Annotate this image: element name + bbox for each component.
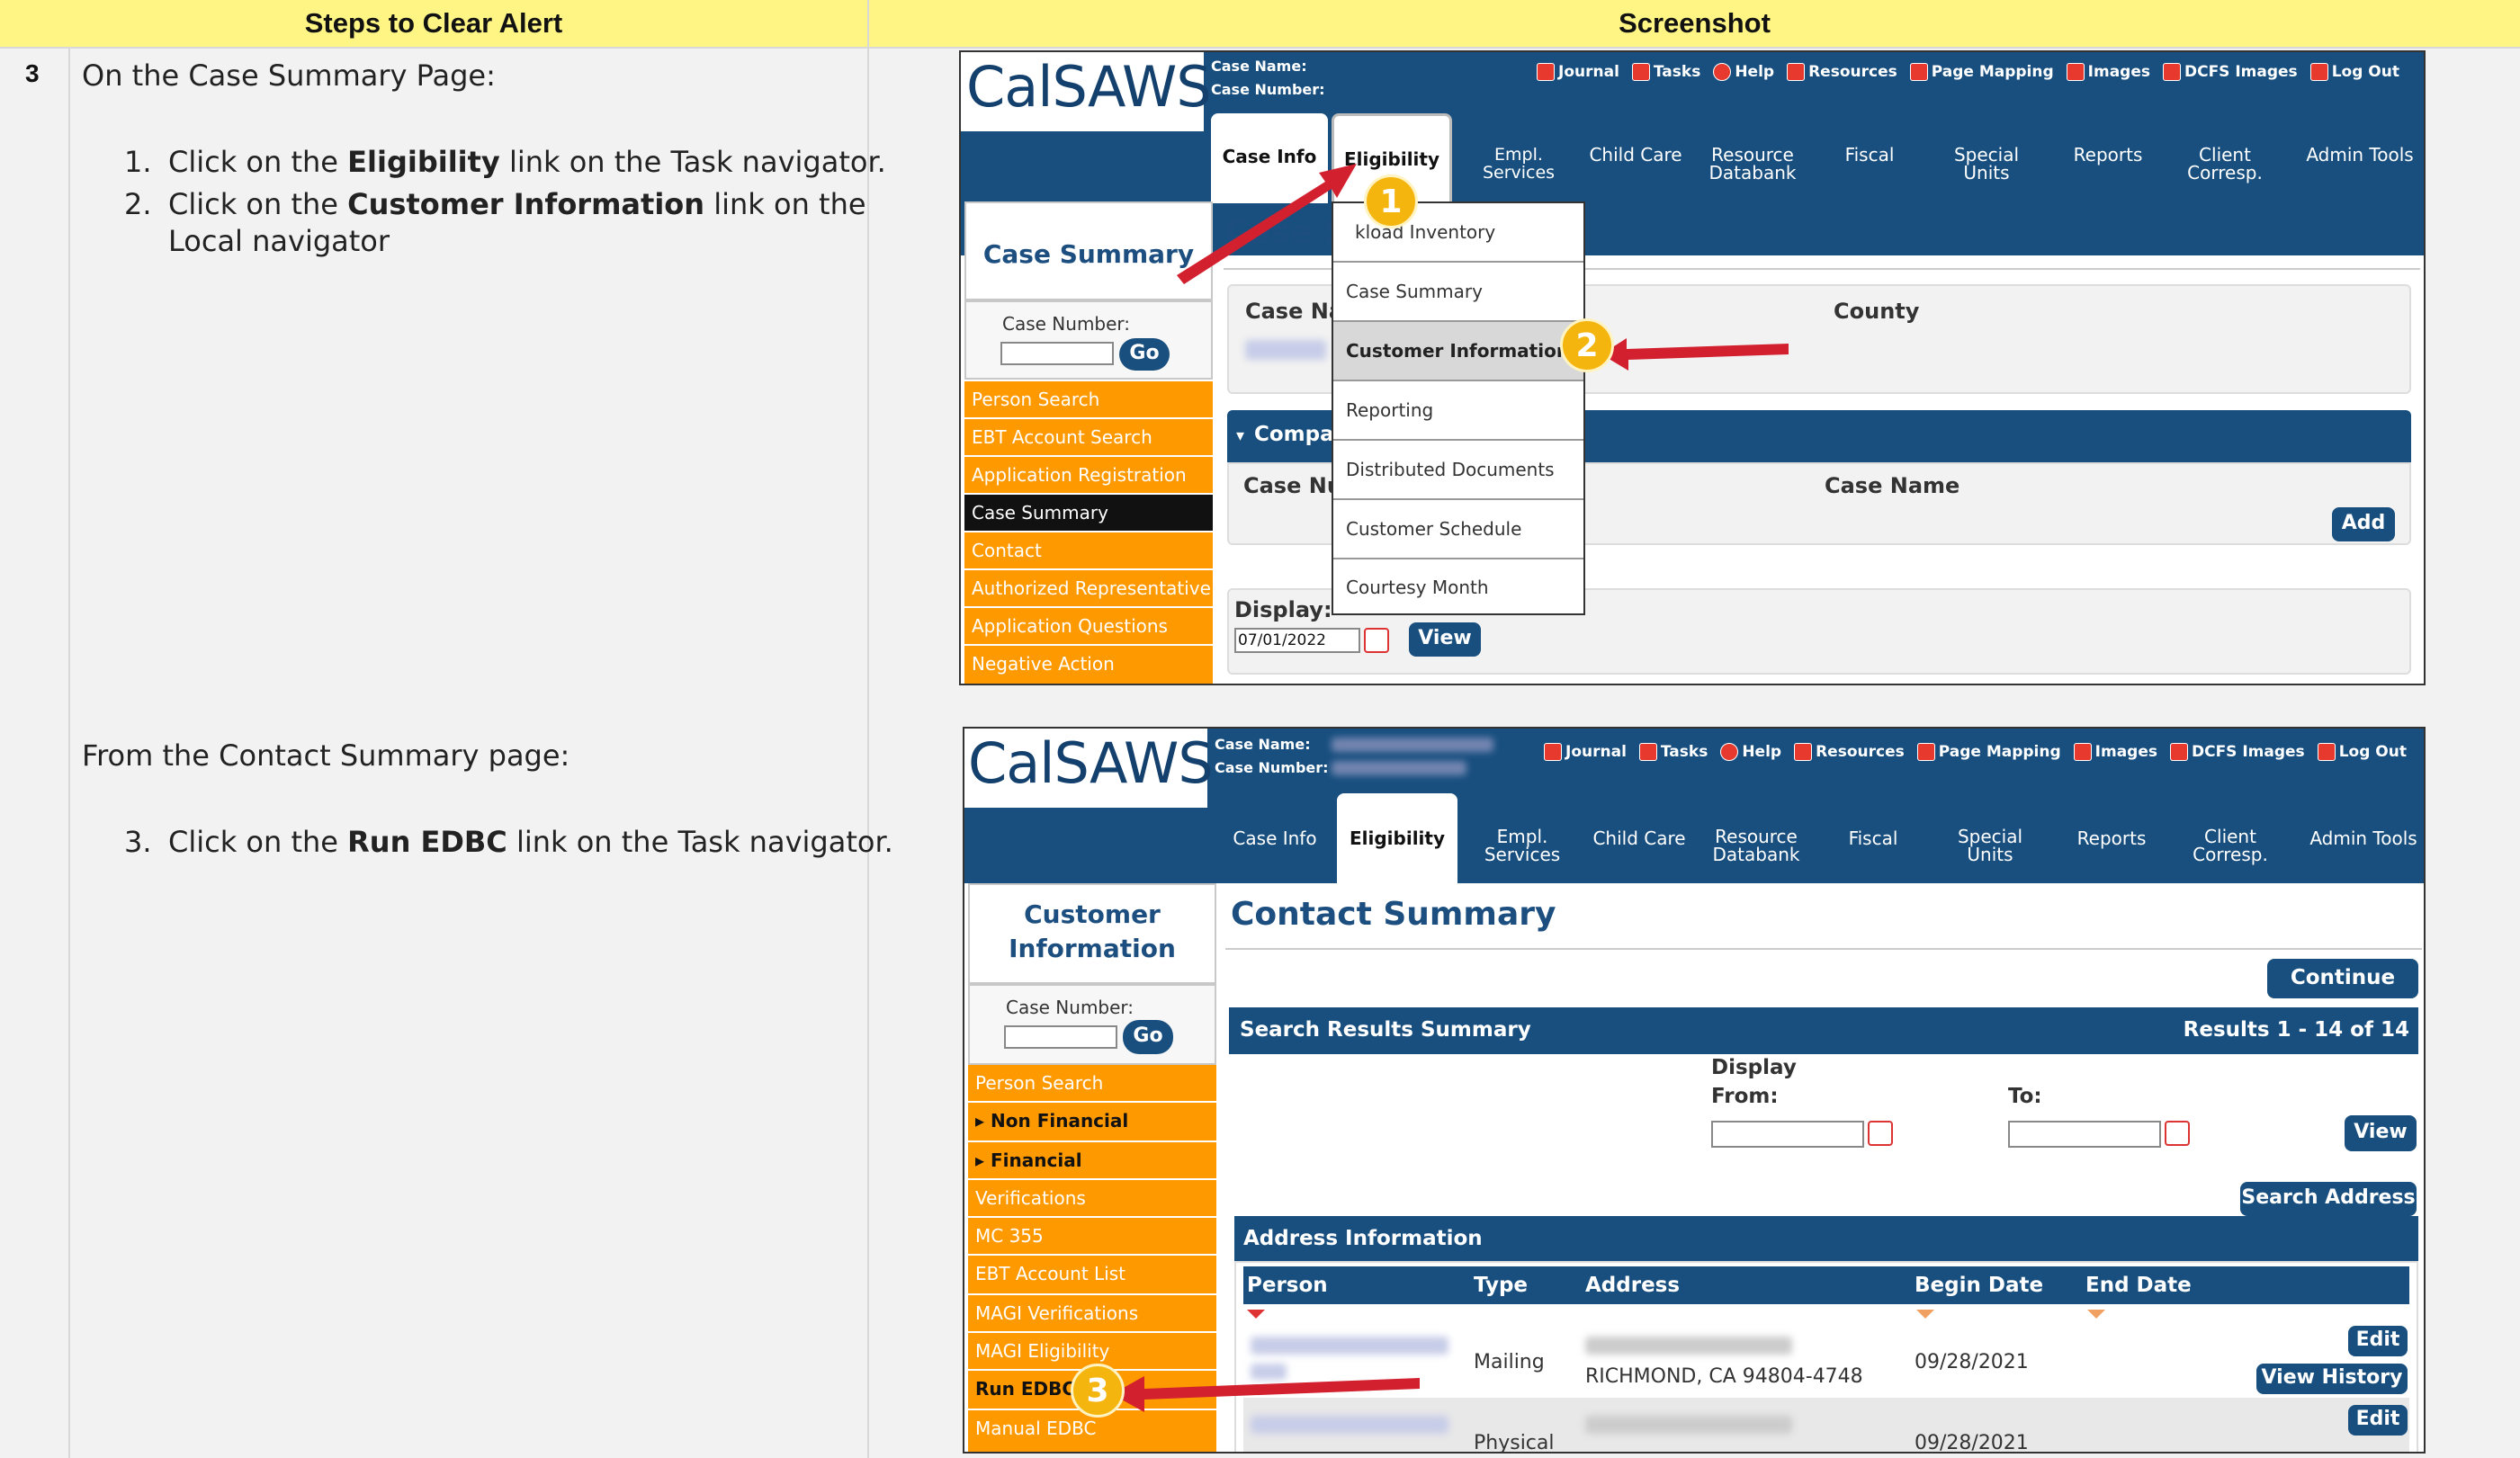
item2-number: 2. — [124, 187, 152, 221]
step-number-cell — [0, 49, 70, 1458]
item1-post: link on the Task navigator. — [499, 145, 886, 179]
arrow-annotations-1 — [1177, 164, 1789, 371]
callout-badge-1: 1 — [1364, 174, 1418, 228]
arrow-annotations-2 — [1112, 1376, 1420, 1412]
item3-pre: Click on the — [168, 825, 348, 859]
item3-number: 3. — [124, 825, 152, 859]
header-steps: Steps to Clear Alert — [0, 0, 869, 49]
screenshot-case-summary: CalSAWS Case Name: Case Number: Journal … — [959, 50, 2426, 685]
screenshot-contact-summary: CalSAWS Case Name: Case Number: Journal … — [963, 727, 2426, 1454]
header-screenshot: Screenshot — [869, 0, 2520, 49]
item1-pre: Click on the — [168, 145, 348, 179]
item1-bold: Eligibility — [347, 145, 500, 179]
callout-badge-3: 3 — [1071, 1364, 1125, 1418]
item2-post: link on the — [704, 187, 866, 221]
item3-post: link on the Task navigator. — [507, 825, 893, 859]
callout-badge-2: 2 — [1560, 318, 1614, 372]
list-item-2: 2. — [124, 184, 152, 224]
arrow-2 — [1601, 338, 1789, 371]
list-item-1-text: Click on the Eligibility link on the Tas… — [168, 142, 886, 182]
list-item-2-line2: Local navigator — [168, 224, 390, 258]
item1-number: 1. — [124, 145, 152, 179]
list-item-3: 3. — [124, 822, 152, 862]
item2-pre: Click on the — [168, 187, 348, 221]
list-item-2-text: Click on the Customer Information link o… — [168, 184, 866, 224]
intro-text-2: From the Contact Summary page: — [82, 738, 570, 773]
step-number: 3 — [25, 59, 40, 87]
list-item-3-text: Click on the Run EDBC link on the Task n… — [168, 822, 893, 862]
item3-bold: Run EDBC — [347, 825, 507, 859]
arrow-3 — [1112, 1376, 1420, 1412]
intro-text-1: On the Case Summary Page: — [82, 58, 496, 93]
item2-bold: Customer Information — [347, 187, 705, 221]
arrow-1 — [1177, 164, 1357, 284]
list-item-1: 1. — [124, 142, 152, 182]
